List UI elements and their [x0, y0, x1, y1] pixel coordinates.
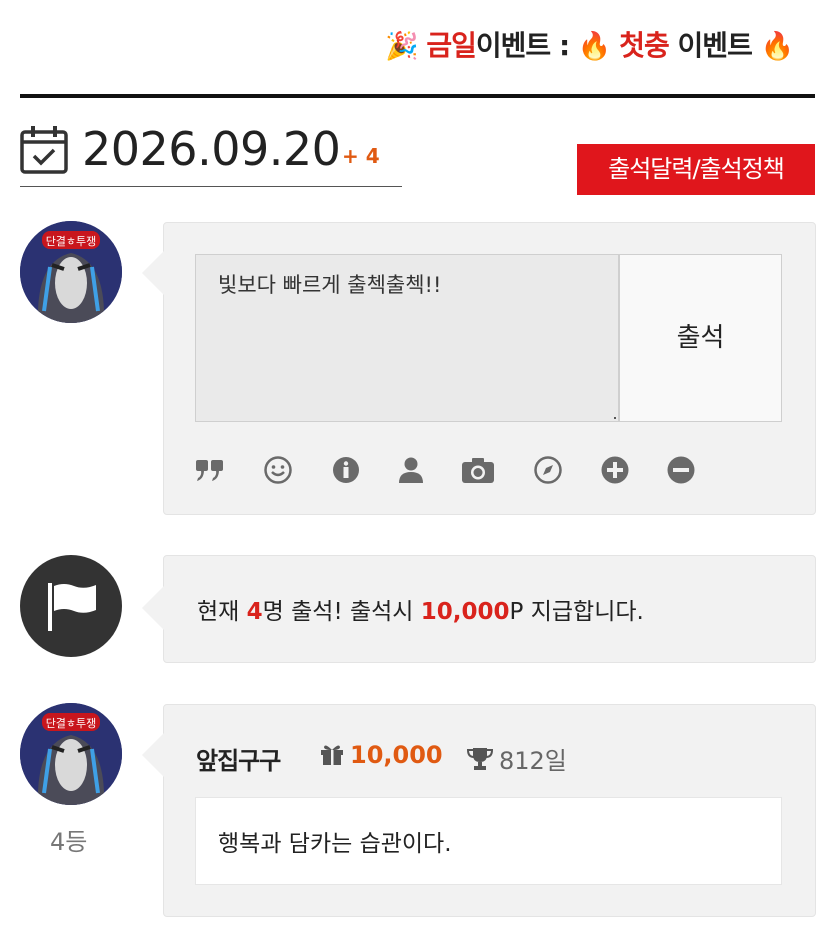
message-input-value: 빛보다 빠르게 출첵출첵!! — [218, 273, 442, 297]
info-icon[interactable] — [331, 455, 361, 485]
speech-tail — [142, 733, 164, 777]
plus-circle-icon[interactable] — [600, 455, 630, 485]
ticker-highlight-today: 금일 — [426, 29, 477, 62]
ticker-text-event-2: 이벤트 — [677, 29, 753, 62]
calendar-check-icon — [20, 126, 68, 174]
avatar-badge-text: 단결ㅎ투쟁 — [46, 717, 97, 730]
days-value: 812일 — [499, 747, 567, 775]
compass-icon[interactable] — [533, 455, 563, 485]
attendance-message-input[interactable]: 빛보다 빠르게 출첵출첵!! — [195, 254, 619, 422]
divider — [20, 94, 815, 98]
attendance-policy-button[interactable]: 출석달력/출석정책 — [577, 144, 815, 195]
current-date: 2026.09.20 — [82, 122, 341, 176]
reward-points: 10,000 — [420, 599, 510, 625]
attendance-submit-button[interactable]: 출석 — [619, 254, 782, 422]
attendance-message: 행복과 담카는 습관이다. — [195, 797, 782, 885]
smile-icon[interactable] — [263, 455, 293, 485]
status-prefix: 현재 — [197, 599, 247, 625]
flag-badge — [20, 555, 122, 657]
composer-card: 빛보다 빠르게 출첵출첵!! 출석 — [142, 222, 816, 515]
gift-icon — [321, 745, 343, 765]
status-mid: 명 출석! 출석시 — [262, 599, 421, 625]
attendance-status-text: 현재 4명 출석! 출석시 10,000P 지급합니다. — [197, 592, 644, 626]
quote-icon[interactable] — [195, 455, 225, 485]
event-ticker[interactable]: 🎉 금일이벤트 : 🔥 첫충 이벤트 🔥 — [385, 24, 835, 68]
minus-circle-icon[interactable] — [666, 455, 696, 485]
speech-tail — [142, 251, 164, 295]
attendance-entry-card: 앞집구구 10,000 812일 행복과 담카는 습관이다. — [142, 704, 816, 917]
user-icon[interactable] — [396, 455, 426, 485]
fire-icon: 🔥 — [760, 31, 795, 62]
resize-grip[interactable] — [614, 417, 616, 419]
flag-icon — [48, 583, 96, 631]
camera-icon[interactable] — [461, 455, 495, 485]
username[interactable]: 앞집구구 — [196, 741, 281, 776]
points-value: 10,000 — [350, 741, 443, 769]
avatar[interactable]: 단결ㅎ투쟁 — [20, 221, 122, 323]
attendance-rank: 4등 — [50, 828, 88, 856]
status-suffix: P 지급합니다. — [509, 599, 644, 625]
avatar[interactable]: 단결ㅎ투쟁 — [20, 703, 122, 805]
date-header: 2026.09.20 + 4 — [20, 120, 402, 187]
attendee-count: 4 — [246, 599, 263, 625]
speech-tail — [142, 586, 164, 630]
avatar-badge-text: 단결ㅎ투쟁 — [46, 235, 97, 248]
attendance-days: 812일 — [466, 741, 567, 776]
date-count-badge: + 4 — [342, 144, 380, 168]
ticker-highlight-first-deposit: 첫충 — [619, 29, 670, 62]
status-card: 현재 4명 출석! 출석시 10,000P 지급합니다. — [142, 555, 816, 663]
ticker-text-event: 이벤트 — [475, 29, 551, 62]
fire-icon: 🔥 — [577, 31, 612, 62]
points-earned: 10,000 — [320, 741, 443, 769]
ticker-separator: : — [558, 29, 570, 62]
party-popper-icon: 🎉 — [385, 31, 419, 62]
trophy-icon — [466, 748, 494, 770]
